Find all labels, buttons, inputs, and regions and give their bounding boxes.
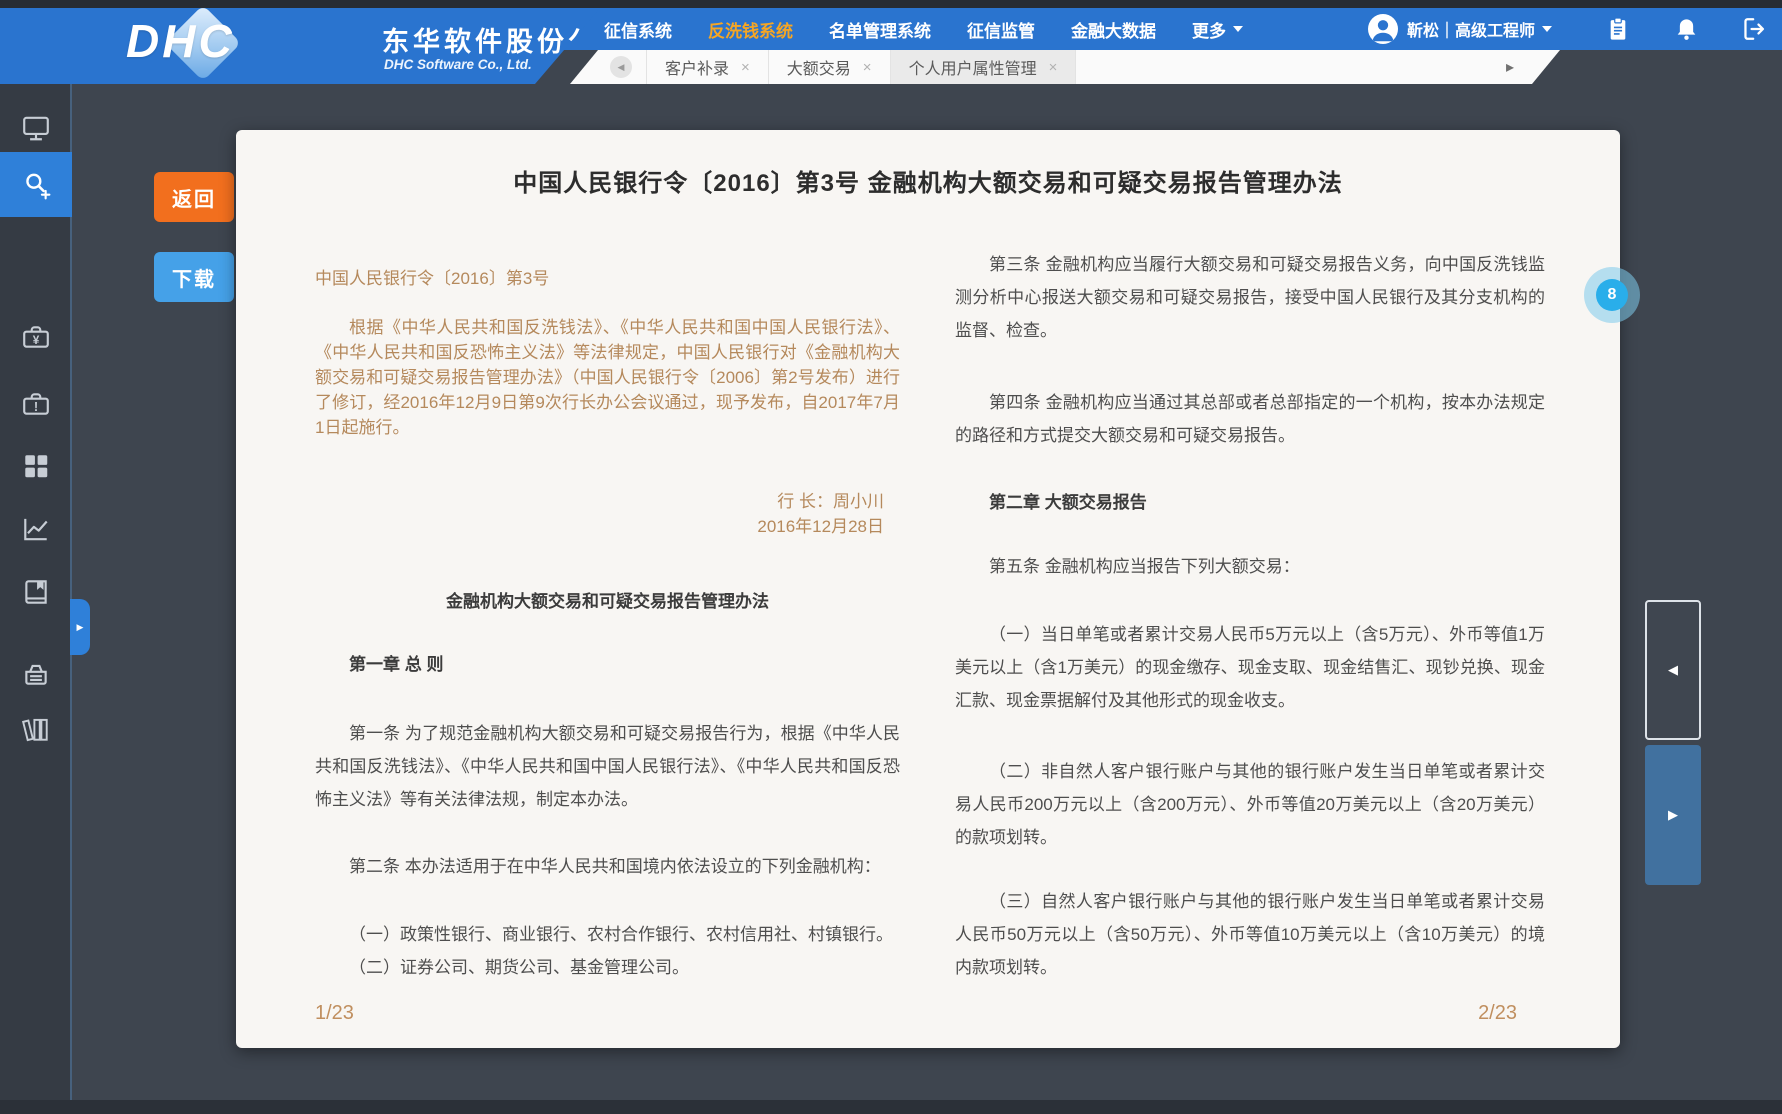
article-2-item-2: （二）证券公司、期货公司、基金管理公司。	[315, 951, 900, 984]
close-icon[interactable]: ×	[863, 59, 872, 76]
tab-large-transaction[interactable]: 大额交易 ×	[768, 50, 890, 84]
nav-item-aml-system[interactable]: 反洗钱系统	[708, 17, 793, 42]
chart-icon	[21, 514, 51, 544]
bell-icon[interactable]	[1672, 15, 1700, 43]
brand-logo: DHC 东华软件股份公司 DHC Software Co., Ltd.	[0, 8, 600, 84]
nav-item-big-data[interactable]: 金融大数据	[1071, 17, 1156, 42]
sidebar-item-analytics[interactable]	[0, 501, 72, 557]
chevron-right-icon: ▸	[1506, 59, 1514, 76]
tab-strip: ◀ 客户补录 × 大额交易 × 个人用户属性管理 × ▸	[570, 50, 1560, 84]
chevron-down-icon	[1233, 26, 1243, 32]
sidebar-item-library[interactable]	[0, 701, 72, 757]
tab-personal-user-attributes[interactable]: 个人用户属性管理 ×	[890, 50, 1077, 84]
svg-text:¥: ¥	[33, 334, 40, 347]
article-5-item-3: （三）自然人客户银行账户与其他的银行账户发生当日单笔或者累计交易人民币50万元以…	[955, 885, 1545, 984]
nav-item-credit-supervision[interactable]: 征信监管	[967, 17, 1035, 42]
sidebar-item-cash-case[interactable]: ¥	[0, 309, 72, 365]
monitor-icon	[21, 113, 51, 143]
chevron-right-icon: ▶	[77, 622, 84, 633]
sidebar-item-monitor[interactable]	[0, 100, 72, 156]
user-name-role[interactable]: 靳松｜高级工程师	[1407, 17, 1535, 41]
window-top-strip	[0, 0, 1782, 8]
sidebar-item-user-search[interactable]	[0, 152, 72, 217]
svg-text:!: !	[34, 399, 38, 414]
nav-item-list-management[interactable]: 名单管理系统	[829, 17, 931, 42]
case-alert-icon: !	[21, 389, 51, 419]
document-title: 中国人民银行令〔2016〕第3号 金融机构大额交易和可疑交易报告管理办法	[236, 163, 1620, 198]
main-nav: 征信系统 反洗钱系统 名单管理系统 征信监管 金融大数据 更多	[604, 8, 1243, 50]
open-tabs: 客户补录 × 大额交易 × 个人用户属性管理 ×	[646, 50, 1076, 84]
book-icon	[21, 577, 51, 607]
back-button[interactable]: 返回	[154, 172, 234, 222]
tab-scroll-left-button[interactable]: ◀	[610, 56, 632, 78]
article-5-item-1: （一）当日单笔或者累计交易人民币5万元以上（含5万元）、外币等值1万美元以上（含…	[955, 618, 1545, 717]
sidebar-expand-flap[interactable]: ▶	[70, 599, 90, 655]
sidebar-item-archive[interactable]	[0, 646, 72, 702]
brand-acronym: DHC	[126, 14, 235, 68]
chapter-2-heading: 第二章 大额交易报告	[955, 486, 1545, 519]
page-number-right: 2/23	[955, 1000, 1545, 1026]
article-4: 第四条 金融机构应当通过其总部或者总部指定的一个机构，按本办法规定的路径和方式提…	[955, 386, 1545, 452]
grid-icon	[21, 451, 51, 481]
app-window: DHC 东华软件股份公司 DHC Software Co., Ltd. 征信系统…	[0, 0, 1782, 1114]
sidebar: ¥ ! ▶	[0, 84, 72, 1114]
sidebar-item-apps-grid[interactable]	[0, 438, 72, 494]
article-1: 第一条 为了规范金融机构大额交易和可疑交易报告行为，根据《中华人民共和国反洗钱法…	[315, 717, 900, 816]
user-search-icon	[21, 170, 51, 200]
notification-badge[interactable]: 8	[1584, 267, 1640, 323]
sidebar-item-book[interactable]	[0, 564, 72, 620]
article-5: 第五条 金融机构应当报告下列大额交易：	[955, 550, 1545, 583]
logout-icon[interactable]	[1740, 15, 1768, 43]
document-viewer: 中国人民银行令〔2016〕第3号 金融机构大额交易和可疑交易报告管理办法 中国人…	[236, 130, 1620, 1048]
download-button[interactable]: 下载	[154, 252, 234, 302]
decree-preamble: 根据《中华人民共和国反洗钱法》、《中华人民共和国中国人民银行法》、《中华人民共和…	[315, 315, 900, 440]
measures-heading: 金融机构大额交易和可疑交易报告管理办法	[315, 585, 900, 618]
decree-number: 中国人民银行令〔2016〕第3号	[315, 266, 900, 291]
nav-item-more[interactable]: 更多	[1192, 17, 1243, 42]
window-bottom-strip	[0, 1100, 1782, 1114]
user-cluster: 靳松｜高级工程师	[1368, 8, 1768, 50]
decree-signature: 行 长：周小川	[315, 489, 900, 514]
article-5-item-2: （二）非自然人客户银行账户与其他的银行账户发生当日单笔或者累计交易人民币200万…	[955, 755, 1545, 854]
tab-scroll-right-button[interactable]: ▸	[1506, 57, 1514, 77]
clipboard-icon[interactable]	[1604, 15, 1632, 43]
decree-sign-date: 2016年12月28日	[315, 514, 900, 539]
chevron-right-icon: ▶	[1668, 807, 1678, 823]
archive-icon	[21, 659, 51, 689]
page-number-left: 1/23	[315, 1000, 900, 1026]
article-2: 第二条 本办法适用于在中华人民共和国境内依法设立的下列金融机构：	[315, 850, 900, 883]
chevron-left-icon: ◀	[618, 62, 625, 73]
close-icon[interactable]: ×	[741, 59, 750, 76]
user-avatar-icon[interactable]	[1368, 14, 1398, 44]
sidebar-item-alert-case[interactable]: !	[0, 376, 72, 432]
library-icon	[21, 714, 51, 744]
article-3: 第三条 金融机构应当履行大额交易和可疑交易报告义务，向中国反洗钱监测分析中心报送…	[955, 248, 1545, 347]
nav-item-credit-system[interactable]: 征信系统	[604, 17, 672, 42]
article-2-item-1: （一）政策性银行、商业银行、农村合作银行、农村信用社、村镇银行。	[315, 918, 900, 951]
company-tagline: DHC Software Co., Ltd.	[384, 57, 532, 72]
close-icon[interactable]: ×	[1049, 59, 1058, 76]
badge-count: 8	[1596, 279, 1628, 311]
case-yen-icon: ¥	[21, 322, 51, 352]
chapter-1-heading: 第一章 总 则	[315, 648, 900, 681]
next-page-button[interactable]: ▶	[1645, 745, 1701, 885]
previous-page-button[interactable]: ◀	[1645, 600, 1701, 740]
chevron-left-icon: ◀	[1668, 662, 1678, 678]
chevron-down-icon[interactable]	[1542, 26, 1552, 32]
tab-customer-supplement[interactable]: 客户补录 ×	[646, 50, 768, 84]
